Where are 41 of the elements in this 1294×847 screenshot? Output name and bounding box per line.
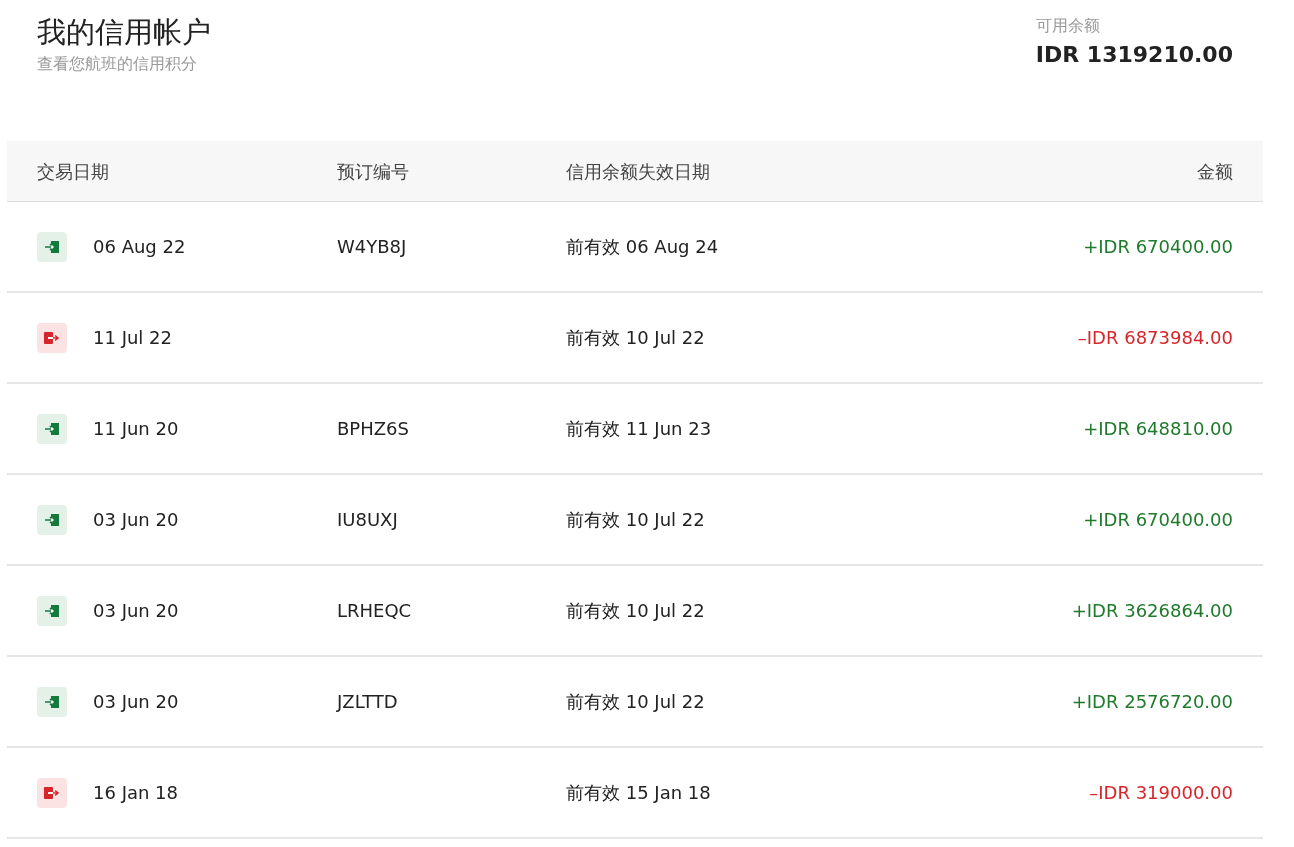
date-cell-text: 03 Jun 20 (93, 690, 179, 714)
enter-icon (45, 603, 59, 618)
column-header: 交易日期 (37, 160, 109, 182)
balance-label: 可用余额 (1035, 15, 1101, 37)
enter-icon (45, 694, 59, 709)
expiry-cell: 前有效 06 Aug 24 (566, 236, 719, 257)
booking-code: JZLTTD (337, 691, 398, 712)
amount-cell: +IDR 670400.00 (1083, 509, 1233, 530)
date-cell-text: 06 Aug 22 (93, 235, 186, 259)
booking-code: IU8UXJ (337, 509, 398, 530)
expiry-cell: 前有效 15 Jan 18 (566, 782, 711, 803)
page-subtitle: 查看您航班的信用积分 (37, 52, 198, 75)
booking-code: W4YB8J (337, 236, 407, 257)
amount-cell: –IDR 6873984.00 (1077, 327, 1233, 348)
expiry-cell: 前有效 10 Jul 22 (566, 327, 705, 348)
amount-cell: +IDR 2576720.00 (1071, 691, 1233, 712)
enter-icon (45, 239, 59, 254)
expiry-cell: 前有效 10 Jul 22 (566, 691, 705, 712)
exit-icon (44, 785, 60, 800)
expiry-cell: 前有效 10 Jul 22 (566, 509, 705, 530)
amount-cell: +IDR 648810.00 (1083, 418, 1233, 439)
exit-icon (44, 330, 60, 345)
amount-cell: +IDR 670400.00 (1083, 236, 1233, 257)
date-cell-text: 03 Jun 20 (93, 599, 179, 623)
amount-cell: +IDR 3626864.00 (1071, 600, 1233, 621)
enter-icon (45, 421, 59, 436)
date-cell-text: 11 Jul 22 (93, 326, 172, 350)
booking-code: LRHEQC (337, 600, 412, 621)
enter-icon (45, 512, 59, 527)
date-cell-text: 11 Jun 20 (93, 417, 179, 441)
amount-cell: –IDR 319000.00 (1089, 782, 1233, 803)
balance-value: IDR 1319210.00 (1035, 41, 1233, 69)
expiry-cell: 前有效 11 Jun 23 (566, 418, 712, 439)
date-cell-text: 16 Jan 18 (93, 781, 178, 805)
date-cell-text: 03 Jun 20 (93, 508, 179, 532)
booking-code: BPHZ6S (337, 418, 409, 439)
column-header: 信用余额失效日期 (566, 160, 710, 182)
column-header: 金额 (1197, 160, 1233, 182)
expiry-cell: 前有效 10 Jul 22 (566, 600, 705, 621)
column-header: 预订编号 (337, 160, 409, 182)
page-title: 我的信用帐户 (37, 14, 211, 51)
